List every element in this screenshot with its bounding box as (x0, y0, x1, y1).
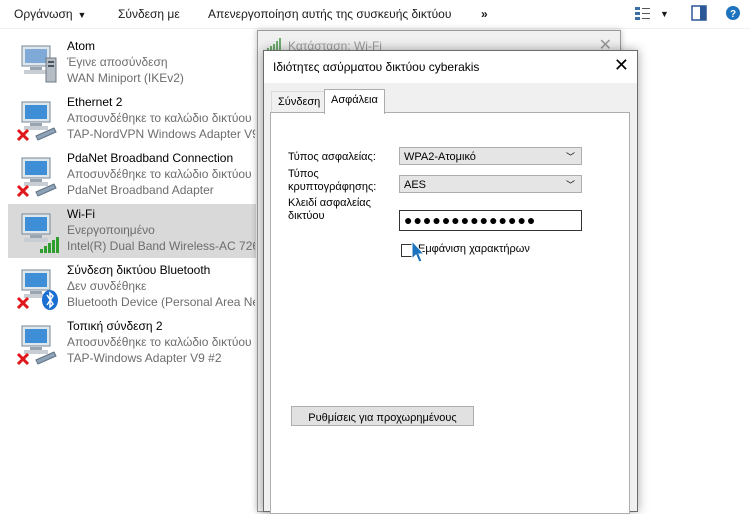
chevron-down-icon: ﹀ (565, 152, 575, 162)
adapter-name: Σύνδεση δικτύου Bluetooth (67, 263, 211, 277)
adapter-device: PdaNet Broadband Adapter (67, 183, 214, 197)
disable-device-button[interactable]: Απενεργοποίηση αυτής της συσκευής δικτύο… (208, 7, 451, 21)
adapter-device: Intel(R) Dual Band Wireless-AC 7265 (67, 239, 255, 253)
advanced-settings-button[interactable]: Ρυθμίσεις για προχωρημένους (291, 406, 474, 426)
security-tab-panel: Τύπος ασφαλείας: WPA2-Ατομικό ﹀ Τύπος κρ… (270, 112, 630, 514)
more-commands-button[interactable]: » (481, 7, 488, 21)
adapter-status: Έγινε αποσύνδεση (67, 55, 168, 69)
chevron-down-icon: ﹀ (565, 180, 575, 190)
dialog-title: Ιδιότητες ασύρματου δικτύου cyberakis (273, 60, 480, 74)
chevron-down-icon: ▼ (77, 10, 87, 20)
adapter-item-atom[interactable]: Atom Έγινε αποσύνδεση WAN Miniport (IKEv… (10, 36, 255, 90)
command-bar: Οργάνωση ▼ Σύνδεση με Απενεργοποίηση αυτή… (0, 0, 750, 29)
adapter-status: Αποσυνδέθηκε το καλώδιο δικτύου (67, 111, 252, 125)
close-icon[interactable]: ✕ (614, 55, 629, 76)
ethernet-disconnected-icon (16, 325, 57, 366)
encryption-type-select[interactable]: AES ﹀ (399, 175, 582, 193)
security-type-select[interactable]: WPA2-Ατομικό ﹀ (399, 147, 582, 165)
adapter-item-ethernet-2[interactable]: Ethernet 2 Αποσυνδέθηκε το καλώδιο δικτύ… (10, 92, 255, 146)
adapter-device: Bluetooth Device (Personal Area Network) (67, 295, 255, 309)
wifi-signal-icon (21, 213, 59, 253)
security-type-value: WPA2-Ατομικό (404, 151, 476, 163)
view-options-icon[interactable] (634, 5, 652, 24)
adapter-name: Τοπική σύνδεση 2 (67, 319, 163, 333)
bluetooth-icon (16, 269, 58, 310)
network-key-input[interactable]: ●●●●●●●●●●●●●● (399, 210, 582, 231)
adapter-status: Αποσυνδέθηκε το καλώδιο δικτύου (67, 335, 252, 349)
show-characters-label[interactable]: Εμφάνιση χαρακτήρων (418, 243, 530, 255)
adapter-item-pdanet[interactable]: PdaNet Broadband Connection Αποσυνδέθηκε… (10, 148, 255, 202)
adapter-device: TAP-NordVPN Windows Adapter V9 (67, 127, 255, 141)
ethernet-disconnected-icon (16, 101, 57, 142)
svg-text:?: ? (730, 9, 736, 20)
organize-label: Οργάνωση (14, 7, 73, 21)
encryption-type-label: Τύπος κρυπτογράφησης: (288, 168, 377, 193)
adapter-item-wifi[interactable]: Wi-Fi Ενεργοποιημένο Intel(R) Dual Band … (8, 204, 256, 258)
security-type-label: Τύπος ασφαλείας: (288, 151, 376, 163)
tab-connection[interactable]: Σύνδεση (271, 91, 328, 113)
adapter-name: PdaNet Broadband Connection (67, 151, 234, 165)
connect-to-button[interactable]: Σύνδεση με (118, 7, 180, 21)
adapter-device: TAP-Windows Adapter V9 #2 (67, 351, 222, 365)
dialog-titlebar: Ιδιότητες ασύρματου δικτύου cyberakis ✕ (264, 51, 637, 83)
organize-button[interactable]: Οργάνωση ▼ (14, 7, 86, 21)
encryption-type-value: AES (404, 179, 427, 191)
adapter-name: Wi-Fi (67, 207, 95, 221)
help-icon[interactable]: ? (725, 5, 741, 24)
adapter-item-bluetooth[interactable]: Σύνδεση δικτύου Bluetooth Δεν συνδέθηκε … (10, 260, 255, 314)
adapter-item-local-2[interactable]: Τοπική σύνδεση 2 Αποσυνδέθηκε το καλώδιο… (10, 316, 255, 370)
adapter-name: Atom (67, 39, 96, 53)
wan-computer-icon (21, 45, 57, 83)
mouse-cursor-icon (411, 240, 425, 263)
network-key-label: Κλειδί ασφαλείας δικτύου (288, 197, 371, 222)
adapter-status: Δεν συνδέθηκε (67, 279, 147, 293)
adapter-device: WAN Miniport (IKEv2) (67, 71, 184, 85)
ethernet-disconnected-icon (16, 157, 57, 198)
preview-pane-icon[interactable] (691, 5, 707, 24)
wireless-properties-dialog: Ιδιότητες ασύρματου δικτύου cyberakis ✕ … (263, 50, 638, 514)
view-dropdown-icon[interactable]: ▼ (660, 9, 669, 19)
adapter-status: Ενεργοποιημένο (67, 223, 155, 237)
adapter-status: Αποσυνδέθηκε το καλώδιο δικτύου (67, 167, 252, 181)
adapter-name: Ethernet 2 (67, 95, 123, 109)
tab-security[interactable]: Ασφάλεια (324, 89, 385, 114)
